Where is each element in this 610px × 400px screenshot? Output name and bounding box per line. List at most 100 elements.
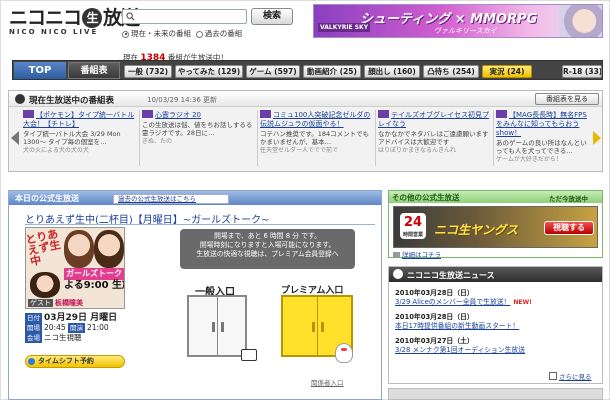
news-date: 2010年03月28日（日） <box>395 289 474 297</box>
schedule-item-meta: 任天堂ゼルダー人ででで前で <box>260 147 339 154</box>
search-input[interactable] <box>122 9 247 24</box>
divider <box>139 110 140 166</box>
bird-mascot-icon <box>335 343 353 363</box>
radio-current-future[interactable] <box>122 30 129 38</box>
venue-label: 会場 <box>25 333 42 343</box>
news-link[interactable]: 3/28 メンナク第1回オーディション生放送 <box>395 346 525 354</box>
schedule-item-title[interactable]: テイルズオブグレイセス初見プレイなう <box>378 110 490 129</box>
schedule-item-title-text: 【MAG長長時】無名FPSをみんなに知ってもらおうshow！ <box>496 111 587 137</box>
community-tag-icon <box>23 110 34 118</box>
program-thumbnail[interactable]: とりあえず生中 ガールズトーク よる9:00 生放送!! ゲスト板橋瞳美 <box>25 227 125 309</box>
banner-program-title: ニコ生ヤングス <box>434 223 519 237</box>
category-r18[interactable]: R-18 (33) <box>562 65 602 78</box>
schedule-item[interactable]: テイルズオブグレイセス初見プレイなう なかなかでネタバレはご遠慮願います アドバ… <box>378 110 490 168</box>
schedule-item-desc: タイプ統一バトル大会 3/29 Mon 1300～ タイプ毎の個室を… <box>23 130 121 146</box>
door-seam <box>217 297 218 355</box>
schedule-item-desc: なかなかでネタバレはご遠慮願います アドバイスは大歓迎です <box>378 130 489 146</box>
category-tried-it[interactable]: やってみた (129) <box>175 65 243 78</box>
schedule-item-title-text: 心霊ラジオ 20 <box>155 111 201 119</box>
scroll-left-icon[interactable] <box>11 131 19 145</box>
door-handle <box>312 322 315 332</box>
other-official-header: その他の公式生放送 ただ今放送中 <box>389 191 602 203</box>
past-official-link[interactable]: 過去の公式生放送はこちら <box>113 194 229 204</box>
logo-subtitle: NICO NICO LIVE <box>9 28 99 36</box>
timeshift-reserve-button[interactable]: タイムシフト予約 <box>25 355 125 368</box>
site-logo[interactable]: ニコニコ生放送 NICO NICO LIVE <box>9 7 140 41</box>
radio-current-future-label: 現在・未来の番組 <box>131 29 191 38</box>
scroll-right-icon[interactable] <box>593 131 601 145</box>
logo-wordmark: ニコニコ生放送 <box>9 7 140 29</box>
news-date: 2010年03月28日（日） <box>395 313 474 321</box>
schedule-item[interactable]: コミュ100人突破記念ゼルダの伝説ムジュラの仮面やる！ コテハン推奨です。184… <box>260 110 372 168</box>
category-waiting[interactable]: 凸待ち (254) <box>423 65 479 78</box>
staff-entrance-link[interactable]: 関係者入口 <box>311 377 344 387</box>
category-commentary[interactable]: 実況 (24) <box>482 65 532 78</box>
guest-label: ゲスト <box>28 299 53 307</box>
radio-past-label: 過去の番組 <box>204 29 243 38</box>
community-tag-icon <box>142 110 153 118</box>
venue: ニコ生視聴 <box>44 333 82 342</box>
schedule-item-title[interactable]: 【ポケモン】タイプ統一バトル大会！【チトレ】 <box>23 110 135 129</box>
guest-photo <box>30 272 60 298</box>
schedule-item-meta: ぎぬ、たの <box>142 138 173 145</box>
schedule-item-title[interactable]: 心霊ラジオ 20 <box>142 110 254 120</box>
24h-badge: 24 時間営業 <box>400 213 426 239</box>
news-link[interactable]: 本日17時提供番組の新生動画スタート！ <box>395 322 519 330</box>
detail-link[interactable]: 詳細はコチラ <box>393 249 441 259</box>
other-official-banner[interactable]: 24 時間営業 ニコ生ヤングス 視聴する <box>393 206 598 248</box>
schedule-header: 現在生放送中の番組表 10/03/29 14:36 更新 番組表を見る <box>9 91 602 107</box>
banner-logo: VALKYRIE SKY <box>318 23 371 32</box>
search-scope-radios: 現在・未来の番組 過去の番組 <box>122 28 242 39</box>
banner-subtitle: ヴァルキリースカイ <box>434 27 497 35</box>
door-handle <box>321 322 324 332</box>
thumb-band: ガールズトーク <box>64 268 124 280</box>
schedule-item-title-text: コミュ100人突破記念ゼルダの伝説ムジュラの仮面やる！ <box>260 111 371 128</box>
24h-badge-number: 24 <box>403 215 423 230</box>
schedule-item-desc: コテハン推奨です。184コメントでもかまいませんが、基本… <box>260 130 370 146</box>
news-date: 2010年03月27日（土） <box>395 337 474 345</box>
host-photo <box>64 230 94 268</box>
category-general[interactable]: 一般 (732) <box>124 65 172 78</box>
watch-button[interactable]: 視聴する <box>544 221 594 235</box>
tv-mascot-icon <box>241 349 257 361</box>
date-label: 日付 <box>25 313 42 323</box>
schedule-title: 現在生放送中の番組表 <box>29 96 115 106</box>
general-entrance-door[interactable] <box>187 295 247 357</box>
divider <box>257 110 258 166</box>
schedule-item-meta: はりぽりかまきなるんきんれ <box>378 147 457 154</box>
news-header: ニコニコ生放送ニュース <box>389 267 602 282</box>
news-more-link[interactable]: さらに見る <box>549 371 592 381</box>
guest-name: 板橋瞳美 <box>55 299 83 307</box>
door-seam <box>317 297 318 355</box>
schedule-item[interactable]: 【MAG長長時】無名FPSをみんなに知ってもらおうshow！ あのゲームの良い所… <box>496 110 590 168</box>
schedule-item-meta: ゲームが大好きだから！ <box>496 156 562 163</box>
schedule-item-title[interactable]: 【MAG長長時】無名FPSをみんなに知ってもらおうshow！ <box>496 110 590 138</box>
schedule-item[interactable]: 心霊ラジオ 20 この生放送は悩、値をちお話しするる霊ラジオです。28日に… ぎ… <box>142 110 254 168</box>
category-face[interactable]: 顔出し (160) <box>364 65 420 78</box>
category-video-intro[interactable]: 動画紹介 (25) <box>303 65 361 78</box>
category-nav: TOP 番組表 一般 (732) やってみた (129) ゲーム (597) 動… <box>12 60 603 80</box>
tab-top[interactable]: TOP <box>14 62 66 79</box>
tab-schedule[interactable]: 番組表 <box>68 62 120 79</box>
schedule-item-title-text: テイルズオブグレイセス初見プレイなう <box>378 111 489 128</box>
news-link[interactable]: 3/29 Aliceのメンバー全員で生放送！ <box>395 298 510 306</box>
open-row: 開場 20:45 開演 21:00 <box>25 323 117 333</box>
official-header: 本日の公式生放送 過去の公式生放送はこちら <box>9 191 381 205</box>
search-button[interactable]: 検索 <box>251 8 293 25</box>
search-icon <box>126 12 135 21</box>
schedule-item-meta: 犬の火による犬の犬の犬 <box>23 147 89 154</box>
radio-past[interactable] <box>195 30 203 38</box>
thumb-guest: ゲスト 板橋瞳美 <box>28 298 83 308</box>
broadcast-icon <box>15 94 25 104</box>
ad-banner[interactable]: シューティング × MMORPG ヴァルキリースカイ VALKYRIE SKY <box>313 4 603 38</box>
schedule-item[interactable]: 【ポケモン】タイプ統一バトル大会！【チトレ】 タイプ統一バトル大会 3/29 M… <box>23 110 135 168</box>
schedule-item-title[interactable]: コミュ100人突破記念ゼルダの伝説ムジュラの仮面やる！ <box>260 110 372 129</box>
divider <box>25 224 375 225</box>
program-date: 03月29日 月曜日 <box>44 313 118 323</box>
view-schedule-button[interactable]: 番組表を見る <box>535 93 599 105</box>
category-game[interactable]: ゲーム (597) <box>246 65 300 78</box>
next-panel-header <box>388 388 603 400</box>
community-tag-icon <box>378 110 389 118</box>
news-item: 2010年03月28日（日） 3/29 Aliceのメンバー全員で生放送！ NEW… <box>395 289 600 307</box>
on-air-label: ただ今放送中 <box>549 195 588 203</box>
